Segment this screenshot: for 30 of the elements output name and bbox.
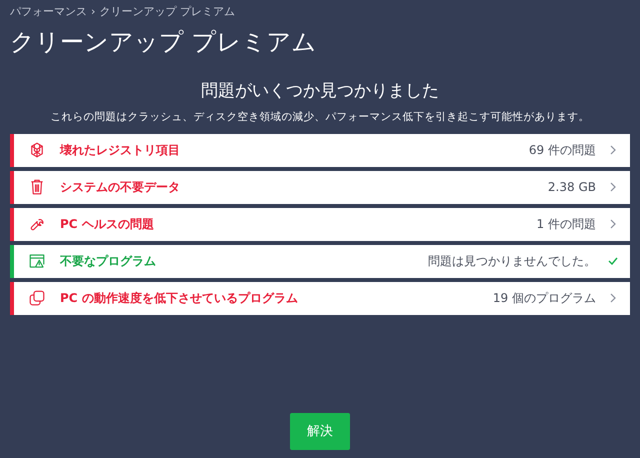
result-category: 壊れたレジストリ項目 [60, 142, 180, 160]
chevron-right-icon [610, 182, 616, 192]
scan-result-row[interactable]: PC の動作速度を低下させているプログラム 19 個のプログラム [10, 282, 630, 315]
scan-result-row[interactable]: PC ヘルスの問題 1 件の問題 [10, 208, 630, 241]
result-category: PC ヘルスの問題 [60, 216, 154, 234]
result-summary: 問題は見つかりませんでした。 [428, 253, 596, 270]
breadcrumb-separator: › [91, 4, 96, 20]
result-summary: 1 件の問題 [536, 216, 596, 234]
cubes-icon [28, 141, 46, 160]
scan-result-row[interactable]: 不要なプログラム 問題は見つかりませんでした。 [10, 244, 630, 278]
page-title: クリーンアップ プレミアム [9, 26, 318, 56]
window-warning-icon [28, 252, 46, 270]
chevron-right-icon [610, 219, 616, 230]
scan-result-row[interactable]: 壊れたレジストリ項目 69 件の問題 [10, 134, 630, 167]
chevron-right-icon [610, 293, 616, 304]
result-category: システムの不要データ [60, 179, 180, 196]
scan-result-row[interactable]: システムの不要データ 2.38 GB [10, 170, 630, 204]
result-category: 不要なプログラム [60, 253, 156, 270]
result-category: PC の動作速度を低下させているプログラム [60, 290, 298, 308]
checkmark-icon [608, 257, 618, 266]
result-summary: 19 個のプログラム [492, 290, 596, 308]
breadcrumb-link[interactable]: パフォーマンス [10, 4, 87, 20]
trash-icon [28, 178, 46, 196]
breadcrumb-current: クリーンアップ プレミアム [99, 4, 235, 20]
chevron-right-icon [610, 145, 616, 156]
result-summary: 69 件の問題 [528, 142, 596, 160]
results-description: これらの問題はクラッシュ、ディスク空き領域の減少、パフォーマンス低下を引き起こす可能性があります。 [50, 110, 590, 125]
result-summary: 2.38 GB [548, 179, 596, 196]
results-heading: 問題がいくつか見つかりました [200, 80, 440, 102]
overlapping-windows-icon [28, 289, 46, 308]
